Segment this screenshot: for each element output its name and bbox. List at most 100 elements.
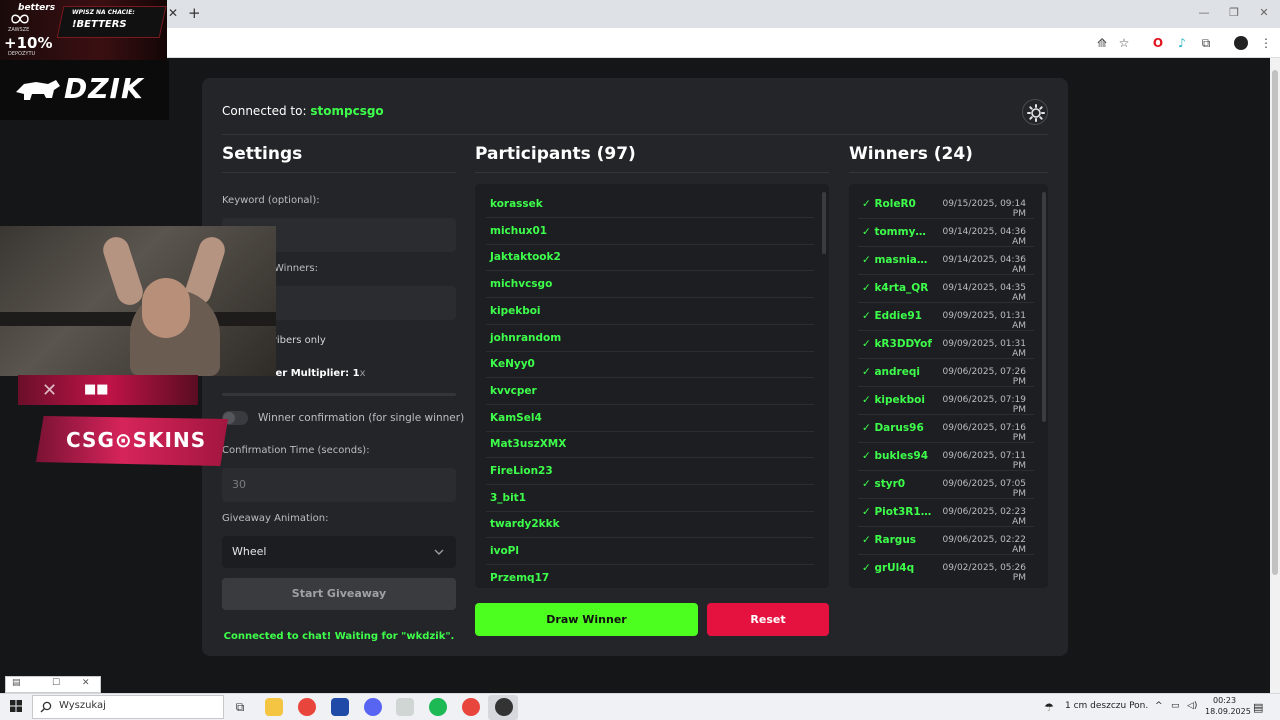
participant-divider bbox=[486, 323, 814, 325]
winner-name: ✓ Rargus bbox=[862, 534, 917, 546]
winner-name: ✓ kR3DDYof bbox=[862, 338, 932, 350]
start-giveaway-label: Start Giveaway bbox=[291, 587, 387, 600]
tab-close-icon[interactable]: ✕ bbox=[166, 6, 180, 20]
participant-row[interactable]: johnrandom bbox=[490, 332, 561, 344]
participant-row[interactable]: korassek bbox=[490, 198, 543, 210]
animation-value: Wheel bbox=[232, 545, 267, 558]
network-icon[interactable]: ▭ bbox=[1171, 701, 1180, 711]
window-close-icon[interactable]: ✕ bbox=[1256, 6, 1272, 19]
ad-cta-line2: !BETTERS bbox=[72, 19, 127, 30]
winner-divider bbox=[858, 358, 1034, 359]
notifications-icon[interactable]: ▤ bbox=[1253, 701, 1263, 714]
opera-extension-icon[interactable]: O bbox=[1150, 35, 1166, 51]
ad-small-top: ZAWSZE bbox=[8, 27, 30, 33]
participant-row[interactable]: kvvcper bbox=[490, 385, 537, 397]
extension-icon[interactable]: ♪ bbox=[1174, 35, 1190, 51]
winner-date: 09/06/2025, 07:19 PM bbox=[942, 395, 1026, 415]
settings-gear-button[interactable] bbox=[1022, 99, 1048, 125]
clock-time[interactable]: 00:23 bbox=[1213, 696, 1236, 705]
participant-row[interactable]: Mat3uszXMX bbox=[490, 438, 566, 450]
animation-select[interactable]: Wheel bbox=[222, 536, 456, 568]
participant-row[interactable]: Jaktaktook2 bbox=[490, 251, 561, 263]
winner-date: 09/14/2025, 04:36 AM bbox=[942, 227, 1026, 247]
minimize-icon[interactable]: — bbox=[1196, 6, 1212, 19]
app-icon-5[interactable] bbox=[396, 698, 414, 716]
app-icon-2[interactable] bbox=[331, 698, 349, 716]
ad-cta-line1: WPISZ NA CHACIE: bbox=[72, 9, 135, 16]
winners-title: Winners (24) bbox=[849, 144, 973, 164]
weather-text[interactable]: 1 cm deszczu Pon. bbox=[1065, 701, 1148, 711]
participant-divider bbox=[486, 350, 814, 352]
participants-scroll-thumb[interactable] bbox=[822, 192, 826, 254]
participant-row[interactable]: KeNyy0 bbox=[490, 358, 535, 370]
settings-divider bbox=[222, 172, 456, 173]
winner-name: ✓ bukles94 bbox=[862, 450, 929, 462]
chevron-down-icon bbox=[434, 549, 444, 555]
start-giveaway-button[interactable]: Start Giveaway bbox=[222, 578, 456, 610]
draw-winner-button[interactable]: Draw Winner bbox=[475, 603, 698, 636]
discord-icon[interactable] bbox=[364, 698, 382, 716]
winner-name: ✓ tommye... bbox=[862, 226, 932, 238]
volume-icon[interactable]: ◁) bbox=[1187, 701, 1197, 711]
winner-date: 09/15/2025, 09:14 PM bbox=[942, 199, 1026, 219]
winner-name: ✓ grUl4q bbox=[862, 562, 915, 574]
winner-date: 09/06/2025, 02:23 AM bbox=[942, 507, 1026, 527]
translate-icon[interactable]: ⟰ bbox=[1094, 35, 1110, 51]
ad-percent: +10% bbox=[4, 34, 53, 52]
browser-scroll-thumb[interactable] bbox=[1272, 70, 1278, 575]
restore-icon[interactable]: ❐ bbox=[1226, 6, 1242, 19]
participant-row[interactable]: michvcsgo bbox=[490, 278, 552, 290]
participant-divider bbox=[486, 564, 814, 566]
new-tab-icon[interactable]: + bbox=[188, 4, 201, 22]
participant-row[interactable]: Przemq17 bbox=[490, 572, 549, 584]
winner-divider bbox=[858, 498, 1034, 499]
browser-toolbar bbox=[0, 28, 1280, 58]
participant-row[interactable]: KamSel4 bbox=[490, 412, 542, 424]
mini-window-bar[interactable]: ▤ ☐ ✕ bbox=[5, 676, 101, 693]
webcam-head bbox=[142, 278, 190, 338]
search-icon bbox=[40, 701, 52, 713]
animation-label: Giveaway Animation: bbox=[222, 513, 329, 524]
confirmation-time-value: 30 bbox=[232, 478, 246, 491]
winners-divider bbox=[849, 172, 1048, 173]
confirmation-time-input[interactable]: 30 bbox=[222, 468, 456, 502]
draw-winner-label: Draw Winner bbox=[546, 613, 627, 626]
mini-app-icon: ▤ bbox=[12, 678, 21, 688]
winner-date: 09/14/2025, 04:36 AM bbox=[942, 255, 1026, 275]
windows-start-icon[interactable] bbox=[10, 700, 22, 712]
mini-close-icon[interactable]: ✕ bbox=[82, 678, 90, 688]
connection-status: Connected to: stompcsgo bbox=[222, 104, 384, 118]
team-x-icon: ✕ bbox=[42, 380, 58, 401]
reset-button[interactable]: Reset bbox=[707, 603, 829, 636]
extensions-puzzle-icon[interactable]: ⧉ bbox=[1198, 35, 1214, 51]
weather-icon[interactable]: ☂ bbox=[1044, 701, 1054, 714]
participant-divider bbox=[486, 217, 814, 218]
obs-icon[interactable] bbox=[495, 698, 513, 716]
menu-dots-icon[interactable]: ⋮ bbox=[1258, 35, 1274, 51]
participant-divider bbox=[486, 297, 814, 299]
participant-row[interactable]: twardy2kkk bbox=[490, 518, 560, 530]
participant-divider bbox=[486, 484, 814, 485]
file-explorer-icon[interactable] bbox=[265, 698, 283, 716]
participant-row[interactable]: ivoPl bbox=[490, 545, 519, 557]
bookmark-star-icon[interactable]: ☆ bbox=[1116, 35, 1132, 51]
winner-confirmation-label: Winner confirmation (for single winner) bbox=[258, 412, 465, 424]
spotify-icon[interactable] bbox=[429, 698, 447, 716]
winner-name: ✓ styr0 bbox=[862, 478, 906, 490]
participant-row[interactable]: FireLion23 bbox=[490, 465, 553, 477]
task-view-icon[interactable]: ⧉ bbox=[231, 698, 249, 716]
tray-chevron-icon[interactable]: ^ bbox=[1155, 701, 1163, 711]
profile-avatar[interactable] bbox=[1234, 36, 1248, 50]
winner-name: ✓ Darus96 bbox=[862, 422, 924, 434]
clock-date[interactable]: 18.09.2025 bbox=[1205, 707, 1251, 716]
header-divider bbox=[222, 134, 1048, 135]
participant-row[interactable]: michux01 bbox=[490, 225, 547, 237]
participant-row[interactable]: kipekboi bbox=[490, 305, 541, 317]
participant-row[interactable]: 3_bit1 bbox=[490, 492, 526, 504]
chrome-icon[interactable] bbox=[298, 698, 316, 716]
winner-divider bbox=[858, 218, 1034, 219]
multiplier-slider[interactable] bbox=[222, 393, 456, 396]
winners-scroll-thumb[interactable] bbox=[1042, 192, 1046, 422]
mini-restore-icon[interactable]: ☐ bbox=[52, 678, 60, 688]
chrome-profile-icon[interactable] bbox=[462, 698, 480, 716]
